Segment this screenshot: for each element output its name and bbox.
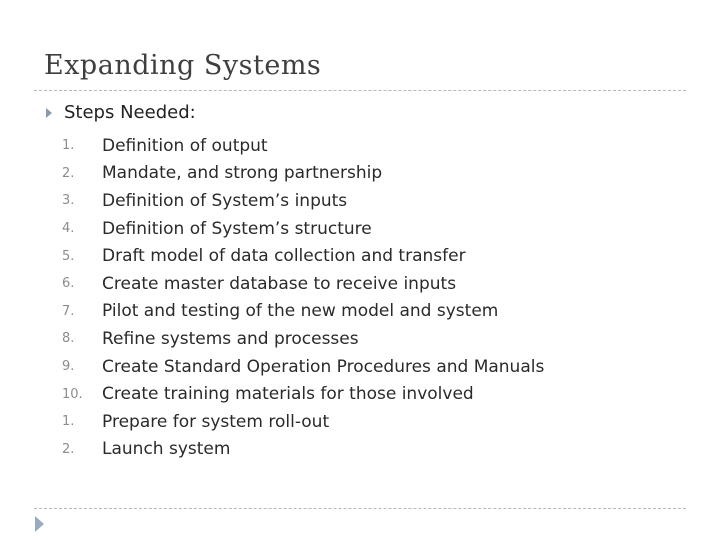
list-item: 2. Launch system <box>62 436 544 464</box>
triangle-right-icon <box>46 107 52 118</box>
list-item: 5. Draft model of data collection and tra… <box>62 242 544 270</box>
step-number: 6. <box>62 276 75 292</box>
list-item: 1. Definition of output <box>62 132 544 160</box>
step-text: Definition of System’s inputs <box>102 190 348 211</box>
list-item: 10. Create training materials for those i… <box>62 380 544 408</box>
list-item: 3. Definition of System’s inputs <box>62 187 544 215</box>
list-item: 6. Create master database to receive inpu… <box>62 270 544 298</box>
step-number: 1. <box>62 138 75 154</box>
step-text: Definition of System’s structure <box>102 218 372 239</box>
step-number: 2. <box>62 441 75 457</box>
list-item: 7. Pilot and testing of the new model and… <box>62 298 544 326</box>
step-text: Pilot and testing of the new model and s… <box>102 301 499 322</box>
step-number: 8. <box>62 331 75 347</box>
step-text: Prepare for system roll-out <box>102 411 330 432</box>
title-divider <box>34 90 686 91</box>
step-number: 5. <box>62 248 75 264</box>
step-number: 3. <box>62 193 75 209</box>
step-number: 2. <box>62 165 75 181</box>
list-item: 2. Mandate, and strong partnership <box>62 160 544 188</box>
step-text: Definition of output <box>102 135 268 156</box>
triangle-right-icon <box>35 516 44 532</box>
slide-title: Expanding Systems <box>44 50 322 81</box>
step-text: Launch system <box>102 439 231 460</box>
list-item: 9. Create Standard Operation Procedures a… <box>62 353 544 381</box>
step-text: Mandate, and strong partnership <box>102 163 383 184</box>
step-text: Refine systems and processes <box>102 328 359 349</box>
step-text: Create master database to receive inputs <box>102 273 457 294</box>
step-text: Create Standard Operation Procedures and… <box>102 356 545 377</box>
step-text: Create training materials for those invo… <box>102 384 474 405</box>
list-item: 4. Definition of System’s structure <box>62 215 544 243</box>
footer-divider <box>34 508 686 509</box>
step-text: Draft model of data collection and trans… <box>102 246 466 267</box>
main-bullet: Steps Needed: <box>46 102 196 123</box>
steps-list: 1. Definition of output 2. Mandate, and st… <box>62 132 544 463</box>
main-bullet-label: Steps Needed: <box>64 102 196 123</box>
step-number: 9. <box>62 359 75 375</box>
step-number: 10. <box>62 386 83 402</box>
list-item: 1. Prepare for system roll-out <box>62 408 544 436</box>
step-number: 4. <box>62 221 75 237</box>
step-number: 7. <box>62 303 75 319</box>
list-item: 8. Refine systems and processes <box>62 325 544 353</box>
step-number: 1. <box>62 414 75 430</box>
